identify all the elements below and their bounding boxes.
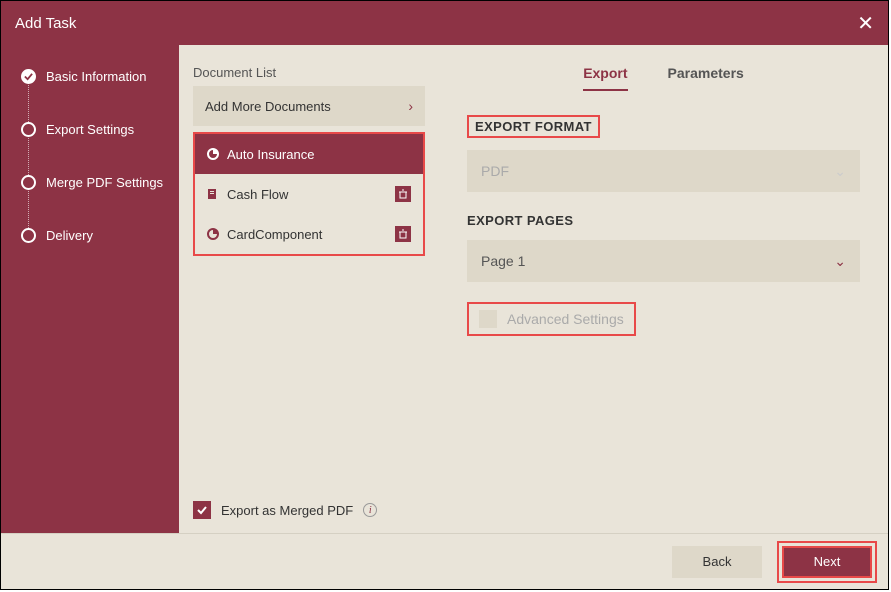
report-icon xyxy=(207,188,219,200)
delete-icon[interactable] xyxy=(395,226,411,242)
advanced-settings-row: Advanced Settings xyxy=(467,302,636,336)
step-merge-pdf-settings[interactable]: Merge PDF Settings xyxy=(21,175,179,228)
document-list-panel: Document List Add More Documents › Auto … xyxy=(179,45,439,533)
document-item-label: CardComponent xyxy=(227,227,322,242)
report-icon xyxy=(207,228,219,240)
advanced-checkbox[interactable] xyxy=(479,310,497,328)
close-icon[interactable]: ✕ xyxy=(857,11,874,36)
chevron-down-icon: ⌄ xyxy=(834,253,846,270)
step-label: Merge PDF Settings xyxy=(46,175,163,190)
step-label: Delivery xyxy=(46,228,93,243)
step-label: Basic Information xyxy=(46,69,146,84)
tab-parameters[interactable]: Parameters xyxy=(668,65,744,91)
step-dot-icon xyxy=(21,228,36,243)
settings-panel: Export Parameters EXPORT FORMAT PDF ⌄ EX… xyxy=(439,45,888,533)
add-more-documents-button[interactable]: Add More Documents › xyxy=(193,86,425,126)
check-icon xyxy=(21,69,36,84)
step-export-settings[interactable]: Export Settings xyxy=(21,122,179,175)
wizard-sidebar: Basic Information Export Settings Merge … xyxy=(1,45,179,533)
chevron-right-icon: › xyxy=(408,98,413,114)
export-format-select: PDF ⌄ xyxy=(467,150,860,192)
export-pages-select[interactable]: Page 1 ⌄ xyxy=(467,240,860,282)
document-items-group: Auto Insurance Cash Flow xyxy=(193,132,425,256)
step-basic-information[interactable]: Basic Information xyxy=(21,69,179,122)
title-bar: Add Task ✕ xyxy=(1,1,888,45)
delete-icon[interactable] xyxy=(395,186,411,202)
window-title: Add Task xyxy=(15,15,76,32)
advanced-label: Advanced Settings xyxy=(507,311,624,327)
step-label: Export Settings xyxy=(46,122,134,137)
document-item-auto-insurance[interactable]: Auto Insurance xyxy=(195,134,423,174)
next-button[interactable]: Next xyxy=(782,546,872,578)
export-pages-value: Page 1 xyxy=(481,253,525,269)
export-pages-label: EXPORT PAGES xyxy=(467,213,573,228)
tab-export[interactable]: Export xyxy=(583,65,627,91)
info-icon[interactable]: i xyxy=(363,503,377,517)
step-delivery[interactable]: Delivery xyxy=(21,228,179,243)
export-format-value: PDF xyxy=(481,163,509,179)
merge-checkbox[interactable] xyxy=(193,501,211,519)
document-item-label: Auto Insurance xyxy=(227,147,314,162)
step-dot-icon xyxy=(21,175,36,190)
add-more-label: Add More Documents xyxy=(205,99,331,114)
document-list-label: Document List xyxy=(193,65,425,80)
step-dot-icon xyxy=(21,122,36,137)
export-format-label: EXPORT FORMAT xyxy=(467,115,600,138)
merge-footer: Export as Merged PDF i xyxy=(193,501,425,519)
report-icon xyxy=(207,148,219,160)
wizard-footer: Back Next xyxy=(1,533,888,589)
chevron-down-icon: ⌄ xyxy=(834,163,846,180)
document-item-card-component[interactable]: CardComponent xyxy=(195,214,423,254)
merge-label: Export as Merged PDF xyxy=(221,503,353,518)
settings-tabs: Export Parameters xyxy=(467,65,860,91)
document-item-label: Cash Flow xyxy=(227,187,288,202)
back-button[interactable]: Back xyxy=(672,546,762,578)
document-item-cash-flow[interactable]: Cash Flow xyxy=(195,174,423,214)
